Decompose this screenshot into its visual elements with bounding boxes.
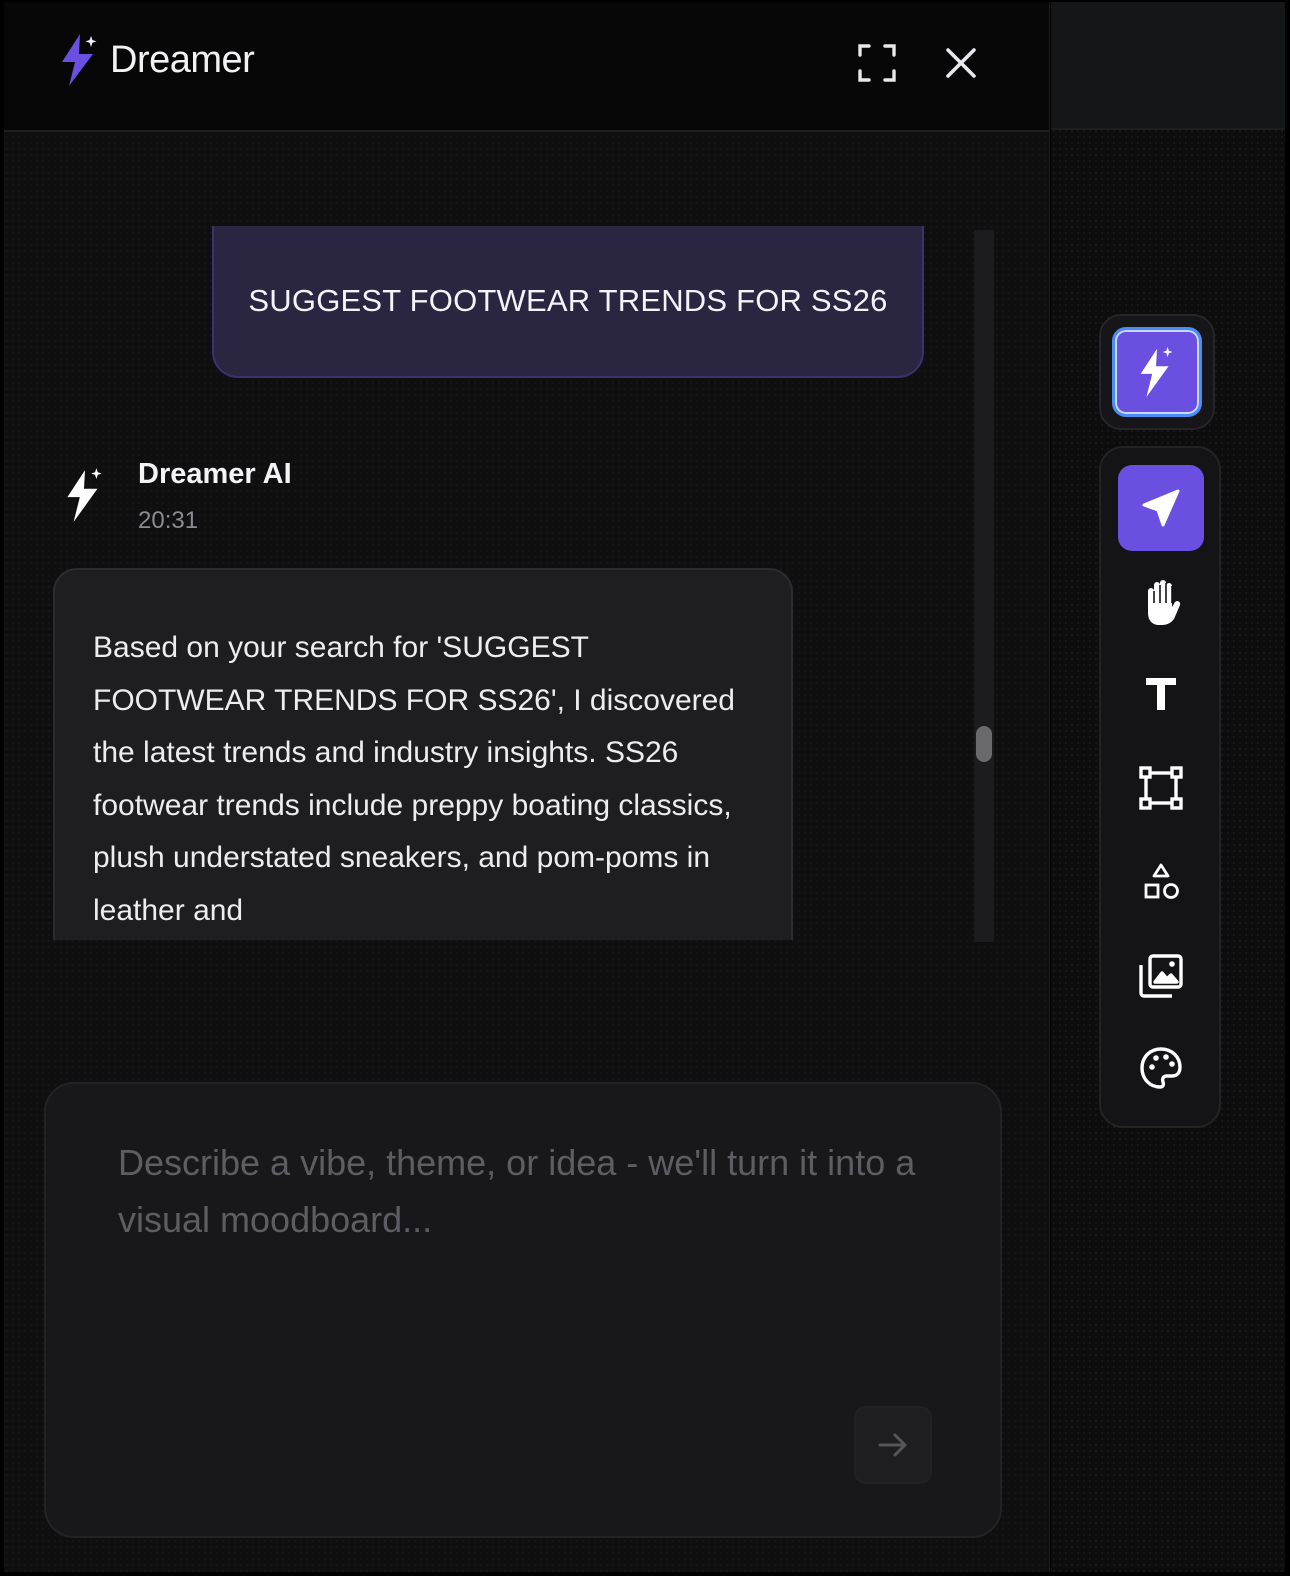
- hand-pan-icon: [1148, 580, 1181, 625]
- canvas-tool-rail: [1051, 2, 1285, 1572]
- close-button[interactable]: [938, 40, 984, 86]
- arrow-right-icon: [878, 1433, 907, 1457]
- text-icon: [1146, 678, 1176, 710]
- app-screen: Dreamer SUGGEST FOOTWEAR TRENDS FOR SS26: [0, 0, 1290, 1576]
- pan-tool-button[interactable]: [1118, 559, 1204, 645]
- fullscreen-icon: [858, 44, 896, 82]
- assistant-message-bubble: Based on your search for 'SUGGEST FOOTWE…: [53, 568, 793, 940]
- send-button[interactable]: [854, 1406, 932, 1484]
- user-message-bubble: SUGGEST FOOTWEAR TRENDS FOR SS26: [212, 226, 924, 378]
- lightning-sparkle-icon: [67, 468, 102, 522]
- brand-name: Dreamer: [110, 38, 255, 81]
- lightning-sparkle-icon: [1140, 346, 1173, 398]
- panel-header: Dreamer: [4, 2, 1049, 132]
- user-message-text: SUGGEST FOOTWEAR TRENDS FOR SS26: [248, 283, 888, 318]
- chat-panel: Dreamer SUGGEST FOOTWEAR TRENDS FOR SS26: [4, 2, 1050, 1572]
- brand: Dreamer: [58, 32, 255, 88]
- prompt-composer: [44, 1082, 1002, 1538]
- palette-icon: [1140, 1047, 1182, 1089]
- message-list: SUGGEST FOOTWEAR TRENDS FOR SS26 Dreamer…: [4, 226, 994, 940]
- rail-top-bar: [1051, 2, 1285, 130]
- ai-assistant-button[interactable]: [1112, 327, 1202, 417]
- shapes-icon: [1144, 863, 1179, 899]
- image-library-tool-button[interactable]: [1118, 933, 1204, 1019]
- text-tool-button[interactable]: [1118, 651, 1204, 737]
- palette-tool-button[interactable]: [1118, 1025, 1204, 1111]
- shapes-tool-button[interactable]: [1118, 839, 1204, 925]
- assistant-header: Dreamer AI 20:31: [62, 458, 292, 535]
- tool-dock: [1099, 446, 1221, 1128]
- select-tool-button[interactable]: [1118, 465, 1204, 551]
- scrollbar-thumb[interactable]: [976, 726, 992, 762]
- message-timestamp: 20:31: [138, 507, 199, 534]
- lightning-sparkle-icon: [62, 34, 97, 86]
- image-library-icon: [1139, 954, 1183, 998]
- chat-scrollbar[interactable]: [974, 230, 994, 942]
- assistant-meta: Dreamer AI 20:31: [138, 458, 292, 535]
- frame-tool-button[interactable]: [1118, 745, 1204, 831]
- close-icon: [946, 48, 976, 78]
- select-pointer-icon: [1142, 489, 1180, 527]
- frame-icon: [1139, 766, 1183, 810]
- chat-body: SUGGEST FOOTWEAR TRENDS FOR SS26 Dreamer…: [4, 134, 1049, 1572]
- expand-button[interactable]: [854, 40, 900, 86]
- prompt-input[interactable]: [118, 1134, 918, 1294]
- ai-tool-dock: [1099, 314, 1215, 430]
- assistant-message-text: Based on your search for 'SUGGEST FOOTWE…: [93, 631, 735, 927]
- assistant-name: Dreamer AI: [138, 458, 292, 490]
